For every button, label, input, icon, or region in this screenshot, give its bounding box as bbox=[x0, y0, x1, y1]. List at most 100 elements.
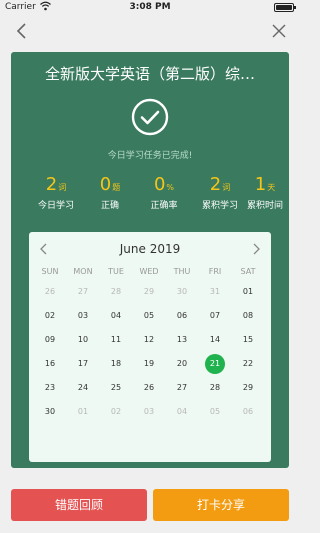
calendar-day[interactable]: 26 bbox=[133, 380, 165, 396]
calendar-day[interactable]: 30 bbox=[166, 284, 198, 300]
calendar-day-number: 02 bbox=[110, 407, 122, 416]
calendar-day[interactable]: 18 bbox=[100, 356, 132, 372]
calendar-day-number: 29 bbox=[143, 287, 155, 296]
calendar-day[interactable]: 29 bbox=[133, 284, 165, 300]
calendar-day[interactable]: 28 bbox=[100, 284, 132, 300]
weekday-label: TUE bbox=[108, 267, 124, 276]
stat-label: 今日学习 bbox=[37, 201, 74, 211]
calendar-day[interactable]: 05 bbox=[199, 404, 231, 420]
weekday-label: SUN bbox=[41, 267, 59, 276]
calendar-day[interactable]: 01 bbox=[67, 404, 99, 420]
calendar-day[interactable]: 26 bbox=[34, 284, 66, 300]
calendar-day-number: 19 bbox=[143, 359, 155, 368]
calendar-day[interactable]: 01 bbox=[232, 284, 264, 300]
calendar-day-number: 15 bbox=[242, 335, 254, 344]
calendar-day-number: 22 bbox=[242, 359, 254, 368]
calendar-day[interactable]: 04 bbox=[166, 404, 198, 420]
calendar-day[interactable]: 13 bbox=[166, 332, 198, 348]
calendar-day-number: 14 bbox=[209, 335, 221, 344]
calendar-day-number: 09 bbox=[44, 335, 56, 344]
calendar-day[interactable]: 27 bbox=[166, 380, 198, 396]
summary-card: 全新版大学英语（第二版）综… 今日学习任务已完成! 2词 今日学习 0题 正确 … bbox=[11, 52, 289, 468]
stat-unit: 题 bbox=[112, 183, 121, 192]
calendar-day[interactable]: 12 bbox=[133, 332, 165, 348]
calendar-day-number: 23 bbox=[44, 383, 56, 392]
calendar-day[interactable]: 19 bbox=[133, 356, 165, 372]
nav-bar bbox=[0, 14, 300, 48]
calendar-day[interactable]: 04 bbox=[100, 308, 132, 324]
calendar-day-number: 08 bbox=[242, 311, 254, 320]
calendar-day[interactable]: 09 bbox=[34, 332, 66, 348]
calendar-day-number: 11 bbox=[110, 335, 122, 344]
chevron-right-icon[interactable] bbox=[251, 243, 261, 255]
calendar-day[interactable]: 31 bbox=[199, 284, 231, 300]
stat-value: 2 bbox=[209, 174, 222, 195]
calendar-day[interactable]: 08 bbox=[232, 308, 264, 324]
calendar-day[interactable]: 02 bbox=[34, 308, 66, 324]
calendar-day-number: 30 bbox=[44, 407, 56, 416]
calendar-day-number: 06 bbox=[242, 407, 254, 416]
stat-correct: 0题 正确 bbox=[80, 174, 140, 211]
weekday-label: SAT bbox=[240, 267, 256, 276]
calendar-day[interactable]: 22 bbox=[232, 356, 264, 372]
check-circle-icon bbox=[131, 98, 169, 136]
calendar-day-number: 21 bbox=[205, 354, 225, 374]
calendar-day-number: 16 bbox=[44, 359, 56, 368]
calendar-day-number: 26 bbox=[143, 383, 155, 392]
calendar-day[interactable]: 30 bbox=[34, 404, 66, 420]
calendar-day[interactable]: 27 bbox=[67, 284, 99, 300]
back-icon[interactable] bbox=[12, 21, 32, 41]
calendar-day-number: 20 bbox=[176, 359, 188, 368]
calendar-day[interactable]: 29 bbox=[232, 380, 264, 396]
calendar-day[interactable]: 16 bbox=[34, 356, 66, 372]
calendar-month: June 2019 bbox=[119, 242, 181, 256]
calendar-day-number: 13 bbox=[176, 335, 188, 344]
clock: 3:08 PM bbox=[129, 2, 171, 12]
calendar-day[interactable]: 25 bbox=[100, 380, 132, 396]
calendar-day[interactable]: 10 bbox=[67, 332, 99, 348]
calendar-day-number: 06 bbox=[176, 311, 188, 320]
checkin-share-button[interactable]: 打卡分享 bbox=[153, 489, 289, 521]
calendar-day[interactable]: 15 bbox=[232, 332, 264, 348]
calendar-day[interactable]: 20 bbox=[166, 356, 198, 372]
calendar-day[interactable]: 05 bbox=[133, 308, 165, 324]
calendar-day-number: 30 bbox=[176, 287, 188, 296]
calendar-day-today[interactable]: 21 bbox=[199, 354, 231, 374]
mistake-review-button[interactable]: 错题回顾 bbox=[11, 489, 147, 521]
calendar-day[interactable]: 06 bbox=[166, 308, 198, 324]
weekday-label: FRI bbox=[208, 267, 222, 276]
stat-unit: % bbox=[166, 183, 175, 192]
stat-total-days: 1天 累积时间 bbox=[235, 174, 295, 211]
completion-message: 今日学习任务已完成! bbox=[107, 151, 193, 161]
stat-value: 2 bbox=[45, 174, 58, 195]
calendar-day[interactable]: 06 bbox=[232, 404, 264, 420]
calendar-day[interactable]: 03 bbox=[133, 404, 165, 420]
calendar-day[interactable]: 24 bbox=[67, 380, 99, 396]
stats-row: 2词 今日学习 0题 正确 0% 正确率 2词 累积学习 1天 累积时间 bbox=[11, 174, 289, 214]
weekday-label: MON bbox=[73, 267, 93, 276]
stat-unit: 词 bbox=[58, 183, 67, 192]
calendar-day[interactable]: 17 bbox=[67, 356, 99, 372]
calendar-day-number: 02 bbox=[44, 311, 56, 320]
book-title: 全新版大学英语（第二版）综… bbox=[44, 65, 255, 83]
stat-value: 0 bbox=[153, 174, 166, 195]
calendar-day-number: 17 bbox=[77, 359, 89, 368]
calendar-day-number: 12 bbox=[143, 335, 155, 344]
calendar-day-number: 27 bbox=[77, 287, 89, 296]
calendar-day[interactable]: 11 bbox=[100, 332, 132, 348]
calendar-day[interactable]: 02 bbox=[100, 404, 132, 420]
calendar-day-number: 01 bbox=[77, 407, 89, 416]
calendar-day-number: 28 bbox=[110, 287, 122, 296]
calendar-day-number: 24 bbox=[77, 383, 89, 392]
close-icon[interactable] bbox=[270, 22, 288, 40]
calendar-day[interactable]: 07 bbox=[199, 308, 231, 324]
calendar-day[interactable]: 28 bbox=[199, 380, 231, 396]
calendar-day[interactable]: 03 bbox=[67, 308, 99, 324]
stat-label: 正确率 bbox=[150, 201, 178, 211]
calendar-day[interactable]: 23 bbox=[34, 380, 66, 396]
calendar-day[interactable]: 14 bbox=[199, 332, 231, 348]
calendar-day-number: 26 bbox=[44, 287, 56, 296]
calendar: June 2019 SUN MON TUE WED THU FRI SAT 26… bbox=[29, 232, 271, 462]
calendar-day-number: 04 bbox=[110, 311, 122, 320]
weekday-label: THU bbox=[173, 267, 191, 276]
